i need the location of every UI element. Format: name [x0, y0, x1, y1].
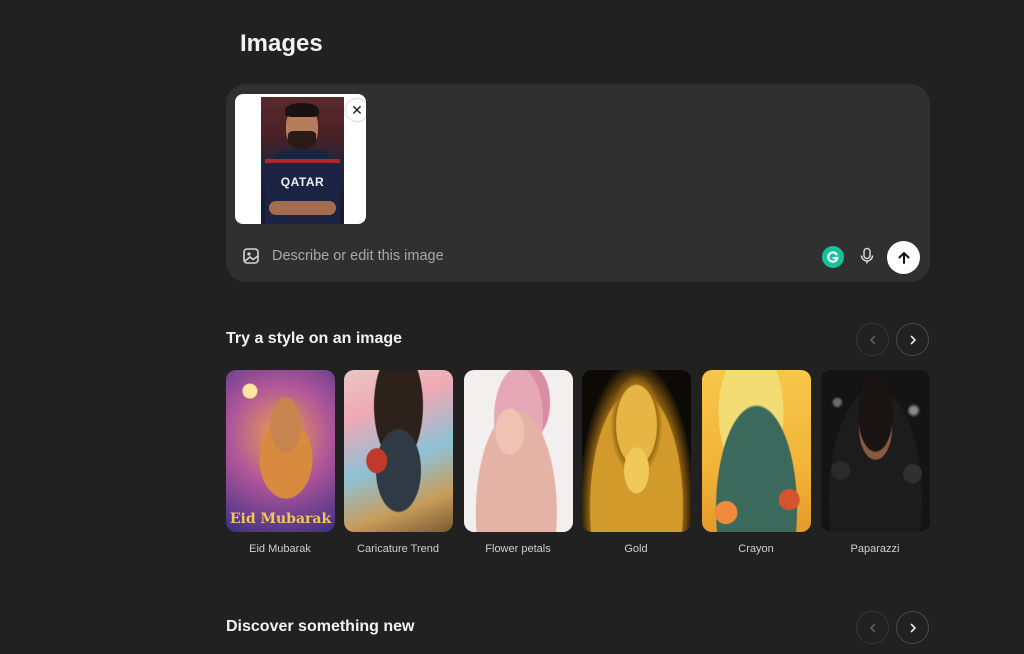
styles-prev-button[interactable] — [856, 323, 889, 356]
remove-attachment-button[interactable]: ✕ — [346, 99, 366, 121]
prompt-input[interactable] — [272, 244, 812, 268]
chevron-left-icon — [869, 623, 875, 632]
style-card-caricature-trend[interactable] — [344, 370, 453, 532]
microphone-icon[interactable] — [857, 246, 877, 266]
style-label-eid-mubarak: Eid Mubarak — [249, 543, 311, 555]
style-card-eid-mubarak[interactable]: Eid Mubarak — [226, 370, 335, 532]
section-title-styles: Try a style on an image — [226, 330, 403, 347]
grammarly-icon[interactable] — [822, 246, 844, 268]
chevron-right-icon — [910, 623, 916, 632]
image-icon[interactable] — [241, 246, 261, 266]
chevron-left-icon — [869, 335, 875, 344]
style-card-paparazzi[interactable] — [821, 370, 930, 532]
style-label-paparazzi: Paparazzi — [850, 543, 900, 555]
send-button[interactable] — [887, 241, 920, 274]
page-title: Images — [240, 30, 323, 57]
discover-next-button[interactable] — [896, 611, 929, 644]
chevron-right-icon — [910, 335, 916, 344]
composer: QATAR ✕ — [226, 84, 930, 282]
style-card-flower-petals[interactable] — [464, 370, 573, 532]
styles-next-button[interactable] — [896, 323, 929, 356]
style-label-gold: Gold — [624, 543, 648, 555]
close-icon: ✕ — [351, 101, 363, 118]
jersey-text: QATAR — [280, 175, 325, 189]
style-label-flower-petals: Flower petals — [485, 543, 551, 555]
section-title-discover: Discover something new — [226, 618, 415, 635]
style-card-gold[interactable] — [582, 370, 691, 532]
arrow-up-icon — [898, 251, 909, 264]
attached-photo: QATAR — [261, 97, 344, 224]
style-label-caricature-trend: Caricature Trend — [357, 543, 439, 555]
attached-image[interactable]: QATAR ✕ — [235, 94, 366, 224]
style-card-crayon[interactable] — [702, 370, 811, 532]
discover-prev-button[interactable] — [856, 611, 889, 644]
style-label-crayon: Crayon — [738, 543, 774, 555]
style-card-eid-text: Eid Mubarak — [229, 511, 332, 527]
